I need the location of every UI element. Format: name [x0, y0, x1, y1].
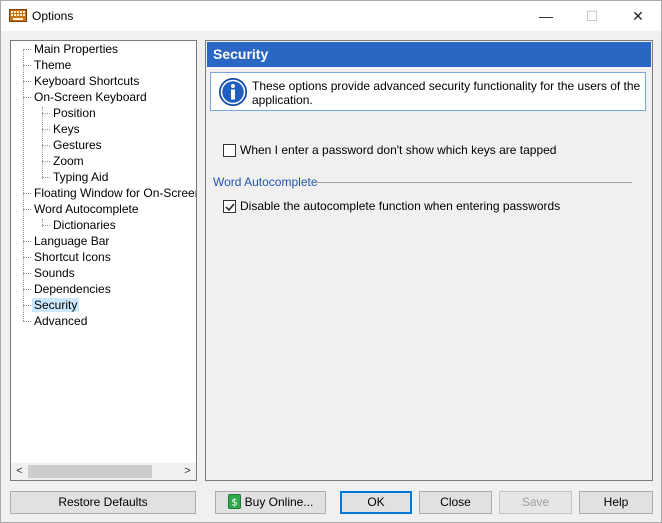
window-title: Options	[32, 9, 74, 23]
tree-item-advanced[interactable]: Advanced	[32, 313, 89, 329]
tree-item-label: Word Autocomplete	[34, 202, 139, 216]
hide-keys-label: When I enter a password don't show which…	[240, 143, 557, 157]
tree-connector	[42, 161, 50, 162]
tree-connector	[42, 113, 50, 114]
tree-item-typing-aid[interactable]: Typing Aid	[51, 169, 110, 185]
tree-item-position[interactable]: Position	[51, 105, 98, 121]
help-button[interactable]: Help	[579, 491, 653, 514]
tree-item-gestures[interactable]: Gestures	[51, 137, 104, 153]
tree-item-dependencies[interactable]: Dependencies	[32, 281, 113, 297]
tree-connector	[23, 321, 31, 322]
tree-connector	[23, 209, 31, 210]
tree-item-label: Language Bar	[34, 234, 110, 248]
keyboard-app-icon	[9, 9, 27, 22]
disable-autocomplete-label: Disable the autocomplete function when e…	[240, 199, 561, 213]
tree-item-on-screen-keyboard[interactable]: On-Screen Keyboard	[32, 89, 149, 105]
buy-online-label: Buy Online...	[244, 495, 314, 509]
info-text: These options provide advanced security …	[252, 79, 641, 107]
ok-button[interactable]: OK	[340, 491, 412, 514]
options-tree[interactable]: Main Properties Theme Keyboard Shortcuts…	[10, 40, 197, 481]
scroll-right-icon[interactable]: >	[179, 463, 196, 480]
tree-item-label: Dictionaries	[53, 218, 116, 232]
tree-item-main-properties[interactable]: Main Properties	[32, 41, 120, 57]
tree-item-sounds[interactable]: Sounds	[32, 265, 77, 281]
info-icon	[219, 78, 247, 106]
maximize-button[interactable]: ☐	[569, 1, 615, 31]
tree-item-label: Floating Window for On-Screen Ke	[34, 186, 197, 200]
tree-connector	[23, 49, 31, 50]
tree-item-keyboard-shortcuts[interactable]: Keyboard Shortcuts	[32, 73, 141, 89]
scrollbar-thumb[interactable]	[28, 465, 152, 478]
tree-connector	[23, 273, 31, 274]
tree-item-label: Keys	[53, 122, 80, 136]
buy-online-button[interactable]: $ Buy Online...	[215, 491, 326, 514]
tree-connector	[42, 177, 50, 178]
tree-item-label: Shortcut Icons	[34, 250, 111, 264]
group-divider	[316, 182, 632, 183]
tree-connector	[42, 225, 50, 226]
minimize-button[interactable]: —	[523, 1, 569, 31]
money-icon: $	[227, 494, 241, 509]
close-button[interactable]: Close	[419, 491, 492, 514]
tree-connector	[23, 81, 31, 82]
tree-connector	[23, 193, 31, 194]
tree-item-security[interactable]: Security	[32, 297, 80, 313]
title-bar: Options — ☐ ✕	[1, 1, 661, 31]
panel-title: Security	[207, 42, 651, 67]
tree-horizontal-scrollbar[interactable]: < >	[11, 463, 196, 480]
tree-item-shortcut-icons[interactable]: Shortcut Icons	[32, 249, 113, 265]
tree-item-label: Theme	[34, 58, 72, 72]
tree-item-floating-window[interactable]: Floating Window for On-Screen Ke	[32, 185, 197, 201]
tree-item-word-autocomplete[interactable]: Word Autocomplete	[32, 201, 141, 217]
tree-connector	[42, 145, 50, 146]
tree-item-label: Zoom	[53, 154, 84, 168]
tree-item-label: On-Screen Keyboard	[34, 90, 147, 104]
tree-item-theme[interactable]: Theme	[32, 57, 73, 73]
tree-item-zoom[interactable]: Zoom	[51, 153, 86, 169]
restore-defaults-button[interactable]: Restore Defaults	[10, 491, 196, 514]
tree-item-label: Main Properties	[34, 42, 119, 56]
tree-item-language-bar[interactable]: Language Bar	[32, 233, 111, 249]
tree-item-label: Position	[53, 106, 96, 120]
close-window-button[interactable]: ✕	[615, 1, 661, 31]
security-panel: Security These options provide advanced …	[205, 40, 653, 481]
tree-connector	[23, 97, 31, 98]
checkmark-icon	[225, 203, 235, 212]
info-box: These options provide advanced security …	[210, 72, 646, 111]
tree-connector	[23, 65, 31, 66]
tree-item-label: Typing Aid	[53, 170, 109, 184]
hide-keys-checkbox[interactable]	[223, 144, 236, 157]
scroll-left-icon[interactable]: <	[11, 463, 28, 480]
tree-connector	[23, 49, 24, 321]
tree-connector	[23, 241, 31, 242]
tree-item-label: Advanced	[34, 314, 88, 328]
tree-item-label: Security	[32, 298, 80, 312]
tree-item-label: Keyboard Shortcuts	[34, 74, 140, 88]
word-autocomplete-group-label: Word Autocomplete	[213, 175, 318, 189]
tree-item-label: Dependencies	[34, 282, 111, 296]
svg-text:$: $	[231, 498, 237, 509]
tree-item-dictionaries[interactable]: Dictionaries	[51, 217, 118, 233]
tree-connector	[23, 289, 31, 290]
tree-connector	[23, 257, 31, 258]
save-button[interactable]: Save	[499, 491, 572, 514]
disable-autocomplete-checkbox[interactable]	[223, 200, 236, 213]
tree-connector	[42, 107, 43, 179]
tree-connector	[23, 305, 31, 306]
tree-item-label: Gestures	[53, 138, 102, 152]
tree-item-keys[interactable]: Keys	[51, 121, 82, 137]
options-window: Options — ☐ ✕ Main Properties Theme Keyb…	[0, 0, 662, 523]
tree-connector	[42, 129, 50, 130]
tree-item-label: Sounds	[34, 266, 75, 280]
